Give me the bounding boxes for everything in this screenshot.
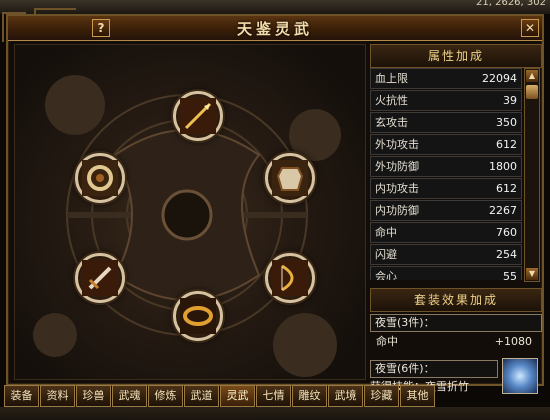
equip-slot-upper-right[interactable] [265, 153, 315, 203]
attribute-header: 属性加成 [370, 44, 542, 68]
attribute-value: 612 [496, 182, 517, 195]
set-6piece-label: 夜雪(6件)： [370, 360, 498, 378]
bottom-strip [0, 407, 550, 420]
attribute-name: 血上限 [375, 72, 408, 85]
tab-soul[interactable]: 武魂 [112, 385, 147, 407]
attribute-row: 玄攻击 350 [370, 112, 522, 133]
set-stat-value: +1080 [494, 335, 532, 348]
attribute-value: 55 [503, 270, 517, 280]
attribute-name: 外功防御 [375, 160, 419, 173]
background-strip: 21, 2626, 302 [0, 0, 550, 14]
scroll-down-arrow-icon[interactable]: ▼ [526, 268, 538, 280]
attribute-value: 350 [496, 116, 517, 129]
attribute-name: 会心 [375, 270, 397, 280]
coordinates-readout: 21, 2626, 302 [476, 0, 546, 8]
set-3piece-label: 夜雪(3件)： [370, 314, 542, 332]
set-bonus-header: 套装效果加成 [370, 288, 542, 312]
bow-icon [272, 260, 308, 296]
attribute-name: 玄攻击 [375, 116, 408, 129]
attribute-row: 内功防御 2267 [370, 200, 522, 221]
attribute-row: 火抗性 39 [370, 90, 522, 111]
equip-slot-upper-left[interactable] [75, 153, 125, 203]
equipment-stage [14, 44, 366, 380]
attribute-value: 612 [496, 138, 517, 151]
tab-realm[interactable]: 武境 [328, 385, 363, 407]
title-bar[interactable]: 天鉴灵武 ? ✕ [8, 16, 542, 41]
tab-engraving[interactable]: 雕纹 [292, 385, 327, 407]
help-button[interactable]: ? [92, 19, 110, 37]
ring-icon [82, 160, 118, 196]
tab-collection[interactable]: 珍藏 [364, 385, 399, 407]
attribute-list: 血上限 22094 火抗性 39 玄攻击 350 外功攻击 612 外功防御 1800 内… [370, 68, 522, 280]
attribute-name: 内功防御 [375, 204, 419, 217]
attribute-value: 760 [496, 226, 517, 239]
window-title: 天鉴灵武 [236, 20, 313, 38]
set-stat-name: 命中 [376, 335, 398, 348]
bracelet-icon [180, 298, 216, 334]
tab-bar: 装备 资料 珍兽 武魂 修炼 武道 灵武 七情 雕纹 武境 珍藏 其他 [4, 385, 544, 407]
tab-profile[interactable]: 资料 [40, 385, 75, 407]
set-3piece-stat: 命中 +1080 [370, 334, 540, 350]
attribute-value: 1800 [489, 160, 517, 173]
attribute-value: 39 [503, 94, 517, 107]
attribute-panel: 属性加成 血上限 22094 火抗性 39 玄攻击 350 外功攻击 612 外功防御 1… [370, 44, 542, 394]
equip-slot-lower-left[interactable] [75, 253, 125, 303]
armor-icon [272, 160, 308, 196]
attribute-row: 会心 55 [370, 266, 522, 280]
attribute-name: 闪避 [375, 248, 397, 261]
equip-slot-lower-right[interactable] [265, 253, 315, 303]
tab-other[interactable]: 其他 [400, 385, 435, 407]
attribute-name: 火抗性 [375, 94, 408, 107]
scroll-thumb[interactable] [526, 85, 538, 99]
attribute-row: 血上限 22094 [370, 68, 522, 89]
attribute-row: 外功防御 1800 [370, 156, 522, 177]
attribute-row: 外功攻击 612 [370, 134, 522, 155]
tab-pets[interactable]: 珍兽 [76, 385, 111, 407]
dagger-icon [82, 260, 118, 296]
attribute-scrollbar[interactable]: ▲ ▼ [524, 68, 540, 282]
tab-spirit-weapon[interactable]: 灵武 [220, 385, 255, 407]
attribute-row: 命中 760 [370, 222, 522, 243]
tab-equipment[interactable]: 装备 [4, 385, 39, 407]
attribute-name: 内功攻击 [375, 182, 419, 195]
attribute-value: 254 [496, 248, 517, 261]
tab-cultivate[interactable]: 修炼 [148, 385, 183, 407]
attribute-row: 闪避 254 [370, 244, 522, 265]
tab-martial-path[interactable]: 武道 [184, 385, 219, 407]
attribute-name: 外功攻击 [375, 138, 419, 151]
close-button[interactable]: ✕ [521, 19, 539, 37]
equip-slot-top[interactable] [173, 91, 223, 141]
tab-emotions[interactable]: 七情 [256, 385, 291, 407]
scroll-up-arrow-icon[interactable]: ▲ [526, 70, 538, 82]
attribute-name: 命中 [375, 226, 397, 239]
spirit-weapon-window: 天鉴灵武 ? ✕ 属性加成 血上限 22094 火抗性 39 玄攻击 350 外… [2, 8, 544, 394]
attribute-value: 22094 [482, 72, 517, 85]
attribute-row: 内功攻击 612 [370, 178, 522, 199]
attribute-value: 2267 [489, 204, 517, 217]
equip-slot-bottom[interactable] [173, 291, 223, 341]
spear-icon [180, 98, 216, 134]
